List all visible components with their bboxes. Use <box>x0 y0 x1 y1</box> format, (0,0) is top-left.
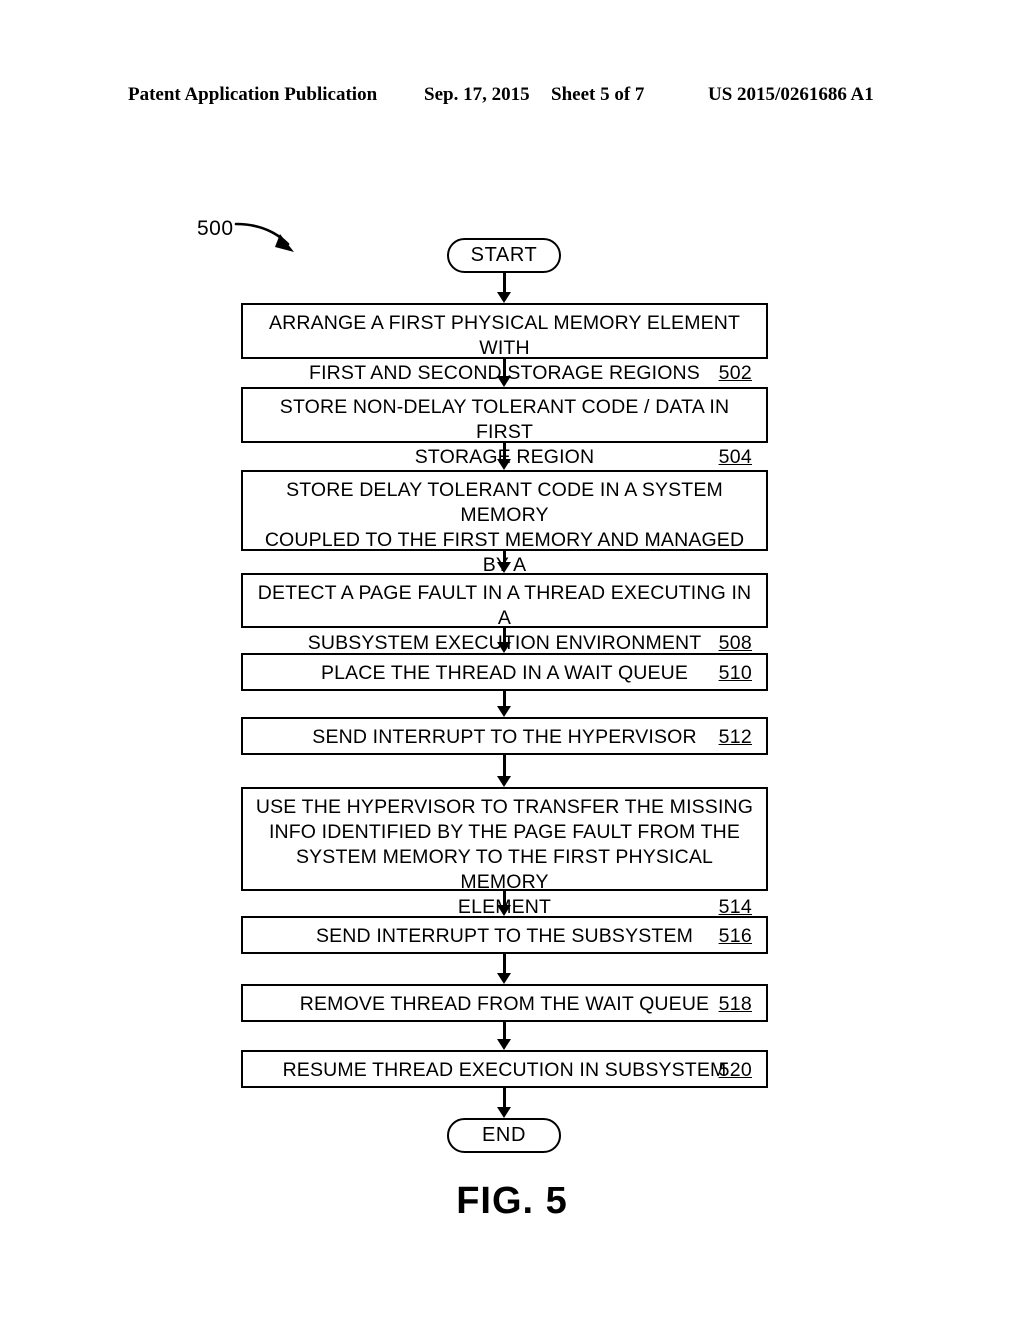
process-step-number: 518 <box>718 993 752 1015</box>
reference-lead-arrow-icon <box>234 222 294 252</box>
flow-connector-arrow <box>497 691 511 717</box>
process-step-text: REMOVE THREAD FROM THE WAIT QUEUE <box>299 993 710 1015</box>
start-terminal: START <box>447 238 561 273</box>
flow-connector-arrow <box>497 755 511 787</box>
process-step-text: STORE DELAY TOLERANT CODE IN A SYSTEM ME… <box>286 479 723 526</box>
process-step-508: DETECT A PAGE FAULT IN A THREAD EXECUTIN… <box>241 573 768 654</box>
process-step-518: REMOVE THREAD FROM THE WAIT QUEUE 518 <box>241 984 768 1022</box>
process-step-text: DETECT A PAGE FAULT IN A THREAD EXECUTIN… <box>257 582 752 629</box>
process-step-520: RESUME THREAD EXECUTION IN SUBSYSTEM 520 <box>241 1050 768 1088</box>
flow-connector-arrow <box>497 1088 511 1118</box>
process-step-body: SEND INTERRUPT TO THE SUBSYSTEM 516 <box>243 918 766 955</box>
process-step-body: SEND INTERRUPT TO THE HYPERVISOR 512 <box>243 719 766 756</box>
process-step-body: REMOVE THREAD FROM THE WAIT QUEUE 518 <box>243 986 766 1023</box>
process-step-text: RESUME THREAD EXECUTION IN SUBSYSTEM <box>282 1059 727 1081</box>
flow-connector-arrow <box>497 273 511 303</box>
flow-connector-arrow <box>497 359 511 387</box>
process-step-number: 512 <box>718 726 752 748</box>
process-step-text: SEND INTERRUPT TO THE HYPERVISOR <box>312 726 697 748</box>
flow-connector-arrow <box>497 628 511 653</box>
figure-caption: FIG. 5 <box>456 1180 568 1222</box>
process-step-506: STORE DELAY TOLERANT CODE IN A SYSTEM ME… <box>241 470 768 601</box>
flow-connector-arrow <box>497 443 511 470</box>
flow-connector-arrow <box>497 891 511 916</box>
process-step-504: STORE NON-DELAY TOLERANT CODE / DATA IN … <box>241 387 768 468</box>
flow-connector-arrow <box>497 954 511 984</box>
process-step-number: 504 <box>718 446 752 468</box>
process-step-510: PLACE THE THREAD IN A WAIT QUEUE 510 <box>241 653 768 691</box>
process-step-number: 502 <box>718 362 752 384</box>
process-step-body: RESUME THREAD EXECUTION IN SUBSYSTEM 520 <box>243 1052 766 1089</box>
process-step-text: INFO IDENTIFIED BY THE PAGE FAULT FROM T… <box>268 821 741 843</box>
process-step-text: USE THE HYPERVISOR TO TRANSFER THE MISSI… <box>255 796 754 818</box>
process-step-516: SEND INTERRUPT TO THE SUBSYSTEM 516 <box>241 916 768 954</box>
flow-connector-arrow <box>497 551 511 573</box>
process-step-number: 516 <box>718 925 752 947</box>
process-step-text: SYSTEM MEMORY TO THE FIRST PHYSICAL MEMO… <box>295 846 714 893</box>
figure-reference-numeral: 500 <box>197 217 234 240</box>
process-step-512: SEND INTERRUPT TO THE HYPERVISOR 512 <box>241 717 768 755</box>
process-step-body: PLACE THE THREAD IN A WAIT QUEUE 510 <box>243 655 766 692</box>
process-step-514: USE THE HYPERVISOR TO TRANSFER THE MISSI… <box>241 787 768 918</box>
flow-connector-arrow <box>497 1022 511 1050</box>
process-step-text: PLACE THE THREAD IN A WAIT QUEUE <box>320 662 689 684</box>
process-step-number: 510 <box>718 662 752 684</box>
end-terminal-label: END <box>481 1124 527 1146</box>
end-terminal: END <box>447 1118 561 1153</box>
flowchart-figure: 500 START ARRANGE A FIRST PHYSICAL MEMOR… <box>0 0 1024 1320</box>
process-step-text: SEND INTERRUPT TO THE SUBSYSTEM <box>315 925 694 947</box>
start-terminal-label: START <box>470 244 538 266</box>
process-step-text: STORE NON-DELAY TOLERANT CODE / DATA IN … <box>279 396 730 443</box>
process-step-text: ARRANGE A FIRST PHYSICAL MEMORY ELEMENT … <box>268 312 741 359</box>
process-step-502: ARRANGE A FIRST PHYSICAL MEMORY ELEMENT … <box>241 303 768 384</box>
process-step-number: 520 <box>718 1059 752 1081</box>
